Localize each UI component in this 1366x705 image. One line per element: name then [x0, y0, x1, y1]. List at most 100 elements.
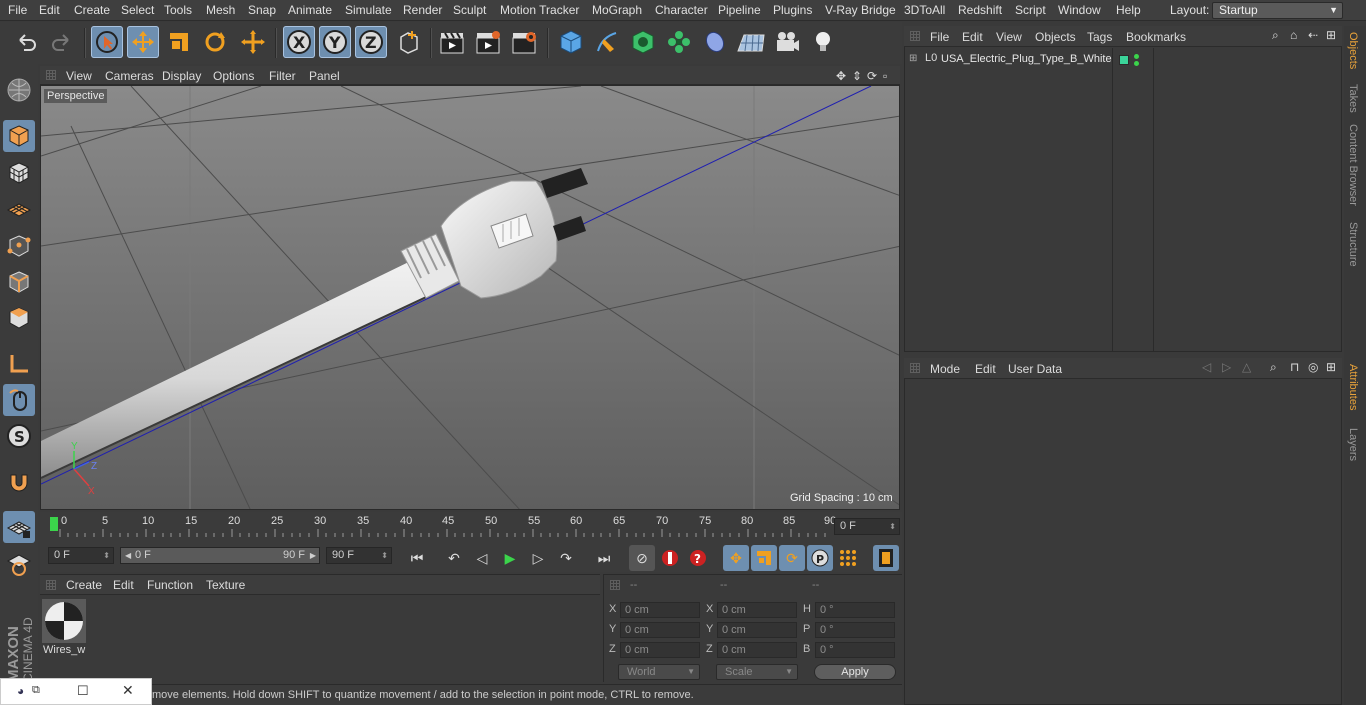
objects-menu-bookmarks[interactable]: Bookmarks: [1126, 30, 1186, 44]
cube-object-button[interactable]: [555, 26, 587, 58]
layout-select[interactable]: Startup ▼: [1212, 2, 1343, 19]
deformer-button[interactable]: [699, 26, 731, 58]
render-settings-button[interactable]: [508, 26, 540, 58]
timeline-window-button[interactable]: [873, 545, 899, 571]
back-icon[interactable]: ⇠: [1308, 28, 1318, 42]
menu-simulate[interactable]: Simulate: [345, 3, 392, 17]
objects-menu-view[interactable]: View: [996, 30, 1022, 44]
pen-spline-button[interactable]: [591, 26, 623, 58]
menu-create[interactable]: Create: [74, 3, 110, 17]
go-to-end-button[interactable]: ⏭: [591, 545, 617, 571]
new-panel-icon[interactable]: ⊞: [1326, 360, 1336, 374]
lock-icon[interactable]: ⊓: [1290, 360, 1299, 374]
rotation-b-field[interactable]: 0 °: [815, 642, 895, 658]
search-icon[interactable]: ⌕: [1270, 360, 1277, 375]
viewport-menu-filter[interactable]: Filter: [269, 69, 296, 83]
menu-mesh[interactable]: Mesh: [206, 3, 235, 17]
axis-mode-button[interactable]: [3, 348, 35, 380]
point-mode-button[interactable]: [3, 230, 35, 262]
attributes-menu-mode[interactable]: Mode: [930, 362, 960, 376]
model-mode-button[interactable]: [3, 120, 35, 152]
render-visibility-dot[interactable]: [1134, 61, 1139, 66]
tab-content-browser[interactable]: Content Browser: [1347, 124, 1359, 206]
redo-button[interactable]: [46, 26, 78, 58]
editor-visibility-dot[interactable]: [1134, 54, 1139, 59]
tab-layers[interactable]: Layers: [1347, 428, 1359, 461]
3d-viewport[interactable]: Y Z X: [40, 85, 900, 510]
forward-arrow-icon[interactable]: ▷: [1222, 360, 1231, 374]
tab-takes[interactable]: Takes: [1347, 84, 1359, 113]
viewport-menu-display[interactable]: Display: [162, 69, 201, 83]
object-name[interactable]: USA_Electric_Plug_Type_B_White: [941, 53, 1112, 65]
menu-tools[interactable]: Tools: [164, 3, 192, 17]
viewport-pan-icon[interactable]: ✥: [836, 69, 846, 83]
play-button[interactable]: ▶: [497, 545, 523, 571]
menu-snap[interactable]: Snap: [248, 3, 276, 17]
viewport-dolly-icon[interactable]: ⇕: [852, 69, 862, 83]
menu-file[interactable]: File: [8, 3, 27, 17]
position-x-field[interactable]: 0 cm: [620, 602, 700, 618]
menu-pipeline[interactable]: Pipeline: [718, 3, 761, 17]
go-to-start-button[interactable]: ⏮: [404, 545, 430, 571]
restore-icon[interactable]: ⧉: [32, 684, 40, 697]
light-button[interactable]: [807, 26, 839, 58]
objects-menu-tags[interactable]: Tags: [1087, 30, 1112, 44]
rotation-h-field[interactable]: 0 °: [815, 602, 895, 618]
size-x-field[interactable]: 0 cm: [717, 602, 797, 618]
menu-help[interactable]: Help: [1116, 3, 1141, 17]
menu-plugins[interactable]: Plugins: [773, 3, 812, 17]
previous-frame-button[interactable]: ◁: [469, 545, 495, 571]
maximize-icon[interactable]: ☐: [77, 683, 89, 699]
floor-environment-button[interactable]: [735, 26, 767, 58]
key-parameter-button[interactable]: P: [807, 545, 833, 571]
panel-grip-icon[interactable]: [910, 31, 920, 41]
new-panel-icon[interactable]: ⊞: [1326, 28, 1336, 42]
position-y-field[interactable]: 0 cm: [620, 622, 700, 638]
workplane-lock-button[interactable]: [3, 511, 35, 543]
snap-button[interactable]: [3, 466, 35, 498]
make-editable-button[interactable]: [3, 74, 35, 106]
stepper-icon[interactable]: ⬍: [889, 519, 896, 534]
search-icon[interactable]: ⌕: [1272, 28, 1279, 43]
range-left-arrow-icon[interactable]: ◀: [125, 548, 131, 563]
menu-window[interactable]: Window: [1058, 3, 1101, 17]
panel-grip-icon[interactable]: [46, 70, 56, 80]
previous-key-button[interactable]: ↶: [441, 545, 467, 571]
cloner-button[interactable]: [663, 26, 695, 58]
key-scale-button[interactable]: [751, 545, 777, 571]
tab-objects[interactable]: Objects: [1347, 32, 1359, 69]
menu-animate[interactable]: Animate: [288, 3, 332, 17]
menu-redshift[interactable]: Redshift: [958, 3, 1002, 17]
key-position-button[interactable]: ✥: [723, 545, 749, 571]
autokey-button[interactable]: [657, 545, 683, 571]
frame-range-slider[interactable]: ◀ 0 F 90 F ▶: [120, 547, 320, 564]
tab-attributes[interactable]: Attributes: [1347, 364, 1359, 410]
menu-edit[interactable]: Edit: [39, 3, 60, 17]
locked-workplane-button[interactable]: [3, 548, 35, 580]
menu-sculpt[interactable]: Sculpt: [453, 3, 486, 17]
menu-script[interactable]: Script: [1015, 3, 1046, 17]
texture-mode-button[interactable]: [3, 157, 35, 189]
panel-grip-icon[interactable]: [910, 363, 920, 373]
layer-color-swatch[interactable]: [1119, 55, 1129, 65]
viewport-menu-view[interactable]: View: [66, 69, 92, 83]
record-keys-disabled-button[interactable]: ⊘: [629, 545, 655, 571]
material-menu-function[interactable]: Function: [147, 578, 193, 592]
material-menu-edit[interactable]: Edit: [113, 578, 134, 592]
objects-menu-edit[interactable]: Edit: [962, 30, 983, 44]
rotation-p-field[interactable]: 0 °: [815, 622, 895, 638]
workplane-mode-button[interactable]: [3, 193, 35, 225]
size-y-field[interactable]: 0 cm: [717, 622, 797, 638]
viewport-orbit-icon[interactable]: ⟳: [867, 69, 877, 83]
end-frame-field[interactable]: 90 F ⬍: [326, 547, 392, 564]
menu-render[interactable]: Render: [403, 3, 442, 17]
menu-character[interactable]: Character: [655, 3, 708, 17]
menu-3dtoall[interactable]: 3DToAll: [904, 3, 945, 17]
scale-tool-button[interactable]: [163, 26, 195, 58]
stepper-icon[interactable]: ⬍: [381, 548, 388, 563]
panel-grip-icon[interactable]: [610, 580, 620, 590]
render-view-button[interactable]: [436, 26, 468, 58]
move-tool-button[interactable]: [127, 26, 159, 58]
menu-mograph[interactable]: MoGraph: [592, 3, 642, 17]
key-pla-button[interactable]: [835, 545, 861, 571]
